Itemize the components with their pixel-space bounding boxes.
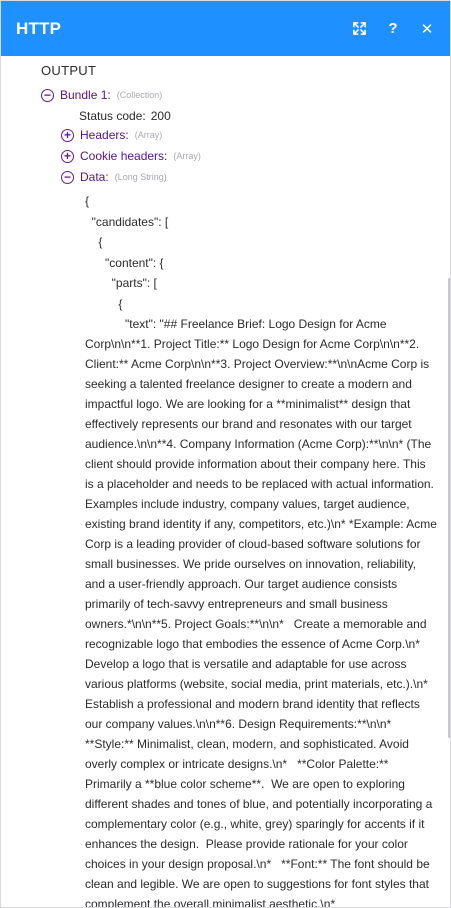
cookie-headers-row[interactable]: + Cookie headers: (Array)	[61, 147, 201, 165]
data-type: (Long String)	[114, 172, 167, 182]
panel-title: HTTP	[16, 18, 62, 38]
header-actions: ? ✕	[350, 20, 436, 38]
json-line: {	[85, 194, 90, 208]
status-code-key: Status code:	[79, 109, 146, 123]
json-line: {	[85, 296, 123, 311]
panel-header: HTTP ? ✕	[1, 1, 450, 56]
cookie-headers-key: Cookie headers:	[80, 149, 168, 163]
json-line: "parts": [	[85, 276, 157, 290]
data-row[interactable]: − Data: (Long String)	[61, 168, 167, 186]
bundle-row[interactable]: − Bundle 1: (Collection)	[41, 86, 162, 104]
help-icon[interactable]: ?	[384, 20, 402, 38]
data-key: Data:	[80, 170, 109, 184]
output-content[interactable]: OUTPUT − Bundle 1: (Collection) Status c…	[1, 56, 450, 908]
headers-key: Headers:	[80, 128, 129, 142]
bundle-type: (Collection)	[116, 90, 163, 100]
expand-plus-icon[interactable]: +	[61, 128, 74, 142]
data-json-value[interactable]: { "candidates": [ { "content": { "parts"…	[85, 191, 441, 908]
status-code-value: 200	[150, 109, 171, 123]
collapse-icon[interactable]: −	[41, 88, 54, 102]
headers-type: (Array)	[134, 130, 163, 140]
json-text-value: "text": "## Freelance Brief: Logo Design…	[85, 317, 441, 908]
close-icon[interactable]: ✕	[418, 20, 436, 38]
json-line: "candidates": [	[85, 214, 169, 229]
http-output-panel: HTTP ? ✕ OUTPUT − Bundle 1: (Collection)…	[0, 0, 451, 908]
output-label: OUTPUT	[41, 63, 97, 78]
json-line: "content": {	[85, 255, 164, 270]
collapse-icon[interactable]: −	[61, 170, 74, 184]
json-line: {	[85, 235, 103, 249]
expand-plus-icon[interactable]: +	[61, 149, 74, 163]
headers-row[interactable]: + Headers: (Array)	[61, 126, 162, 144]
bundle-label: Bundle 1:	[60, 88, 111, 102]
status-code-row: Status code: 200	[79, 107, 171, 125]
cookie-headers-type: (Array)	[173, 151, 201, 161]
expand-icon[interactable]	[350, 20, 368, 38]
